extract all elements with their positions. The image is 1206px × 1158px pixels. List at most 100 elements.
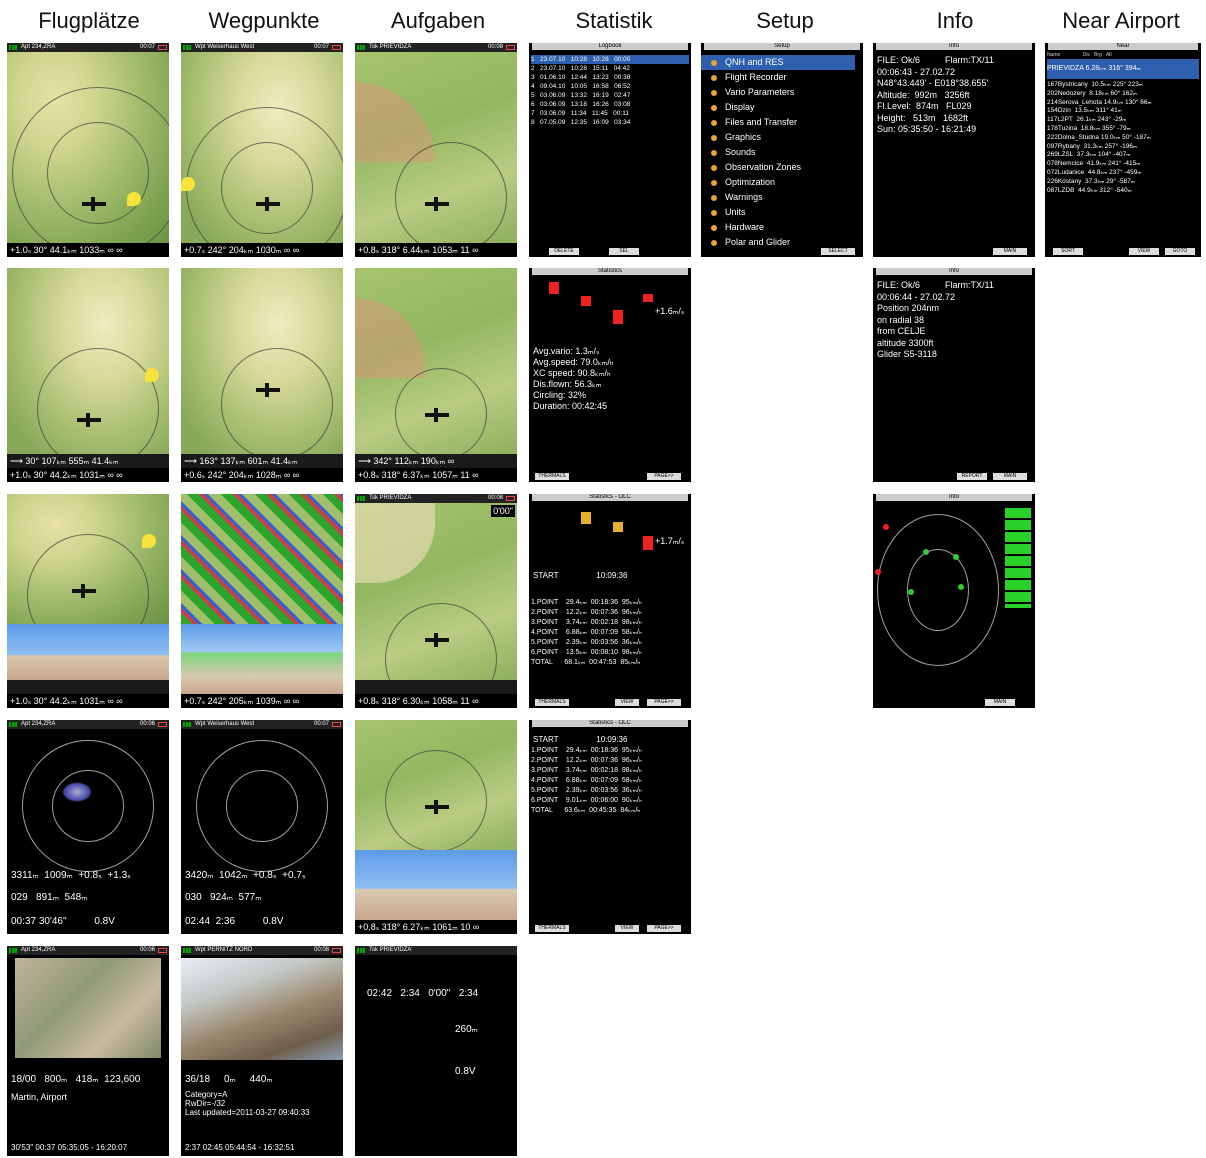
map-view[interactable]: 0'00"	[355, 503, 517, 708]
logbook-row[interactable]: 3 01.06.10 12:44 13:23 00:38	[531, 73, 689, 82]
tsk-map-screen-3[interactable]: 0'00" Tsk PRIEVIDZA 00:08 +0.8ₛ 318° 6.30…	[355, 494, 517, 708]
info-title: Info	[876, 494, 1032, 501]
map-view[interactable]	[181, 52, 343, 257]
setup-menu-item[interactable]: Observation Zones	[701, 160, 855, 175]
near-airport-row[interactable]: 078Nemcice 41.9ₖₘ 241° -415ₘ	[1047, 160, 1199, 169]
olc-row[interactable]: 4.POINT 6.88ₖₘ 00:07:09 58ₖₘ/ₕ	[531, 628, 689, 638]
logbook-row[interactable]: 1 23.07.10 10:28 10:28 00:00	[531, 55, 689, 64]
info-screen[interactable]: Info FILE: Ok/6 Flarm:TX/11 00:06:43 - 27…	[873, 43, 1035, 257]
olc-screen-2[interactable]: Statistics - OLC START 10:09:36 1.POINT …	[529, 720, 691, 934]
goto-button[interactable]: GOTO	[1165, 248, 1195, 255]
map-view[interactable]	[355, 52, 517, 254]
thermals-button[interactable]: THERMALS	[535, 699, 569, 706]
setup-menu-item[interactable]: Units	[701, 205, 855, 220]
main-button[interactable]: MAIN	[993, 248, 1027, 255]
main-button[interactable]: MAIN	[985, 699, 1015, 706]
wpt-map-screen-2[interactable]: ⟶ 163° 137ₖₘ 601ₘ 41.4ₖₘ +0.6ₛ 242° 204ₖ…	[181, 268, 343, 482]
select-button[interactable]: SEL	[609, 248, 639, 255]
olc-row[interactable]: 5.POINT 2.39ₖₘ 00:03:56 36ₖₘ/ₕ	[531, 786, 689, 796]
apt-thermal-screen[interactable]: Apt 234,ZRA 00:06 3311ₘ 1009ₘ +0.8ₛ +1.3ₛ…	[7, 720, 169, 934]
apt-map-side-screen[interactable]: +1.0ₛ 30° 44.2ₖₘ 1031ₘ ∞ ∞	[7, 494, 169, 708]
logbook-row[interactable]: 5 03.06.09 13:32 16:19 02:47	[531, 91, 689, 100]
select-button[interactable]: SELECT	[821, 248, 855, 255]
setup-menu-item[interactable]: Display	[701, 100, 855, 115]
tsk-map-side-screen[interactable]: +0.8ₛ 318° 6.27ₖₘ 1061ₘ 10 ∞	[355, 720, 517, 934]
near-airport-row[interactable]: 222Dolna_Studna 19.0ₖₘ 50° -187ₘ	[1047, 134, 1199, 143]
olc-row[interactable]: 1.POINT 29.4ₖₘ 00:18:36 95ₖₘ/ₕ	[531, 598, 689, 608]
near-airport-row[interactable]: 154Dzin 13.5ₖₘ 311° 41ₘ	[1047, 107, 1199, 116]
selected-airport-row[interactable]: PRIEVIDZA 6.28ₖₘ 316° 394ₘ	[1047, 59, 1199, 79]
near-airport-row[interactable]: 269LZSL 37.3ₖₘ 104° -407ₘ	[1047, 151, 1199, 160]
near-airport-row[interactable]: 202Nedozery 8.18ₖₘ 60° 162ₘ	[1047, 90, 1199, 99]
page-button[interactable]: PAGE>>	[647, 925, 681, 932]
delete-button[interactable]: DELETE	[549, 248, 579, 255]
wpt-airspace-screen[interactable]: +0.7ₛ 242° 205ₖₘ 1039ₘ ∞ ∞	[181, 494, 343, 708]
statistics-screen[interactable]: Statistics +1.6ₘ/ₛ Avg.vario: 1.3ₘ/ₛ Avg.…	[529, 268, 691, 482]
olc-row[interactable]: 3.POINT 3.74ₖₘ 00:02:18 98ₖₘ/ₕ	[531, 618, 689, 628]
apt-map-screen-2[interactable]: ⟶ 30° 107ₖₘ 555ₘ 41.4ₖₘ +1.0ₛ 30° 44.2ₖₘ…	[7, 268, 169, 482]
olc-row[interactable]: 3.POINT 3.74ₖₘ 00:02:18 98ₖₘ/ₕ	[531, 766, 689, 776]
olc-row[interactable]: 2.POINT 12.2ₖₘ 00:07:36 96ₖₘ/ₕ	[531, 608, 689, 618]
setup-screen[interactable]: Setup QNH and RES Flight Recorder Vario Pa…	[701, 43, 863, 257]
logbook-row[interactable]: 4 09.04.10 10:05 16:58 06:52	[531, 82, 689, 91]
page-button[interactable]: PAGE>>	[647, 699, 681, 706]
thermals-button[interactable]: THERMALS	[535, 925, 569, 932]
logbook-row[interactable]: 8 07.05.09 12:35 16:09 03:34	[531, 118, 689, 127]
setup-menu-item[interactable]: QNH and RES	[701, 55, 855, 70]
near-airport-row[interactable]: 072Ludanice 44.8ₖₘ 237° -459ₘ	[1047, 169, 1199, 178]
olc-row[interactable]: 5.POINT 2.39ₖₘ 00:03:56 36ₖₘ/ₕ	[531, 638, 689, 648]
setup-menu-item[interactable]: Optimization	[701, 175, 855, 190]
olc-screen[interactable]: Statistics - OLC +1.7ₘ/ₛ START 10:09:36 …	[529, 494, 691, 708]
map-view[interactable]	[355, 268, 517, 460]
map-view[interactable]	[7, 52, 169, 257]
near-airport-row[interactable]: 117L2PT 26.1ₖₘ 243° -29ₘ	[1047, 116, 1199, 125]
logbook-row[interactable]: 2 23.07.10 10:28 15:11 04:42	[531, 64, 689, 73]
tsk-map-screen-2[interactable]: ⟶ 342° 112ₖₘ 190ₖₘ ∞ +0.8ₛ 318° 6.37ₖₘ 1…	[355, 268, 517, 482]
setup-menu-item[interactable]: Files and Transfer	[701, 115, 855, 130]
view-button[interactable]: VIEW	[1129, 248, 1159, 255]
olc-row[interactable]: TOTAL 68.1ₖₘ 00:47:53 85ₖₘ/ₕ	[531, 658, 689, 668]
page-button[interactable]: PAGE>>	[647, 473, 681, 480]
map-view[interactable]	[355, 720, 517, 852]
wpt-map-screen[interactable]: Wpt Weiserhaus West 00:07 +0.7ₛ 242° 204ₖ…	[181, 43, 343, 257]
setup-menu-item[interactable]: Flight Recorder	[701, 70, 855, 85]
olc-row[interactable]: 6.POINT 13.5ₖₘ 00:08:10 98ₖₘ/ₕ	[531, 648, 689, 658]
setup-menu-item[interactable]: Warnings	[701, 190, 855, 205]
report-button[interactable]: REPORT	[957, 473, 987, 480]
info-screen-2[interactable]: Info FILE: Ok/6 Flarm:TX/11 00:06:44 - 27…	[873, 268, 1035, 482]
view-button[interactable]: VIEW	[615, 925, 639, 932]
logbook-row[interactable]: 7 03.06.09 11:34 11:45 00:11	[531, 109, 689, 118]
tsk-info-screen[interactable]: Tsk PRIEVIDZA 02:42 2:34 0'00" 2:34 260ₘ…	[355, 946, 517, 1156]
logbook-screen[interactable]: Logbook 1 23.07.10 10:28 10:28 00:00 2 23…	[529, 43, 691, 257]
main-button[interactable]: MAIN	[993, 473, 1027, 480]
near-airport-row[interactable]: 167Bystricany 10.5ₖₘ 225° 223ₘ	[1047, 81, 1199, 90]
flarm-radar-screen[interactable]: Info MAIN	[873, 494, 1035, 708]
sort-button[interactable]: SORT	[1053, 248, 1083, 255]
map-view[interactable]	[7, 268, 169, 470]
olc-row[interactable]: 1.POINT 29.4ₖₘ 00:18:36 95ₖₘ/ₕ	[531, 746, 689, 756]
olc-row[interactable]: 4.POINT 6.88ₖₘ 00:07:09 58ₖₘ/ₕ	[531, 776, 689, 786]
wpt-photo-screen[interactable]: Wpt PERNITZ NORD 00:08 36/18 0ₘ 440ₘ Cate…	[181, 946, 343, 1156]
thermals-button[interactable]: THERMALS	[535, 473, 569, 480]
view-button[interactable]: VIEW	[615, 699, 639, 706]
nav-bar: +1.0ₛ 30° 44.2ₖₘ 1031ₘ ∞ ∞	[7, 694, 169, 708]
map-view[interactable]	[7, 494, 169, 656]
setup-menu-item[interactable]: Sounds	[701, 145, 855, 160]
near-screen[interactable]: Near Name Dis Brg Alt PRIEVIDZA 6.28ₖₘ 3…	[1045, 43, 1201, 257]
wpt-thermal-screen[interactable]: Wpt Weiserhaus West 00:07 3420ₘ 1042ₘ +0.…	[181, 720, 343, 934]
near-airport-row[interactable]: 178Tuzina 18.8ₖₘ 355° -79ₘ	[1047, 125, 1199, 134]
olc-row[interactable]: 6.POINT 9.01ₖₘ 00:06:00 90ₖₘ/ₕ	[531, 796, 689, 806]
near-airport-row[interactable]: 087LZDB 44.9ₖₘ 312° -540ₘ	[1047, 187, 1199, 196]
logbook-row[interactable]: 6 03.06.09 13:18 16:26 03:08	[531, 100, 689, 109]
near-airport-row[interactable]: 226Kostany 37.3ₖₘ 29° -587ₘ	[1047, 178, 1199, 187]
tsk-map-screen[interactable]: Tsk PRIEVIDZA 00:08 +0.8ₛ 318° 6.44ₖₘ 105…	[355, 43, 517, 257]
apt-photo-screen[interactable]: Apt 234,ZRA 00:06 18/00 800ₘ 418ₘ 123,600…	[7, 946, 169, 1156]
setup-menu-item[interactable]: Graphics	[701, 130, 855, 145]
olc-row[interactable]: TOTAL 63.6ₖₘ 00:45:35 84ₖₘ/ₕ	[531, 806, 689, 816]
airspace-map[interactable]	[181, 494, 343, 624]
setup-menu-item[interactable]: Hardware	[701, 220, 855, 235]
olc-row[interactable]: 2.POINT 12.2ₖₘ 00:07:36 96ₖₘ/ₕ	[531, 756, 689, 766]
map-view[interactable]	[181, 268, 343, 460]
apt-map-screen[interactable]: Apt 234,ZRA 00:07 +1.0ₛ 30° 44.1ₖₘ 1033ₘ …	[7, 43, 169, 257]
setup-menu-item[interactable]: Vario Parameters	[701, 85, 855, 100]
